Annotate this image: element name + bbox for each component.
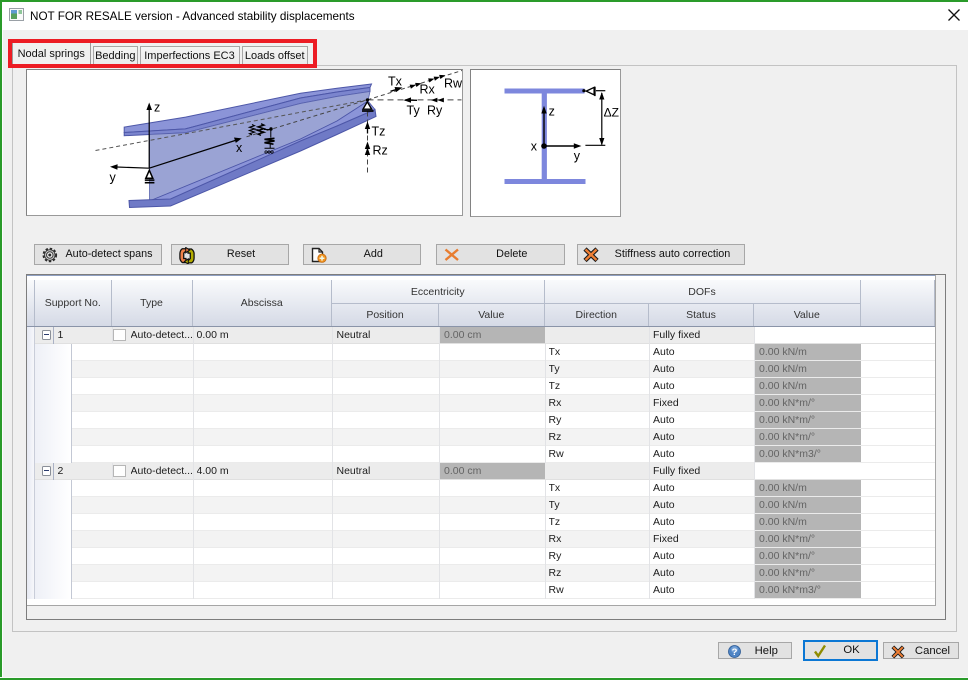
svg-text:z: z bbox=[548, 104, 554, 118]
svg-text:Rz: Rz bbox=[372, 143, 387, 157]
svg-text:z: z bbox=[154, 100, 160, 114]
svg-text:Rw: Rw bbox=[444, 76, 462, 90]
svg-text:Ty: Ty bbox=[406, 103, 420, 117]
svg-text:y: y bbox=[573, 149, 580, 163]
svg-text:x: x bbox=[236, 141, 243, 155]
svg-text:Tx: Tx bbox=[388, 74, 403, 88]
svg-text:?: ? bbox=[732, 647, 738, 658]
svg-text:y: y bbox=[109, 170, 116, 184]
svg-text:Tz: Tz bbox=[371, 124, 385, 138]
svg-text:Ry: Ry bbox=[427, 103, 443, 117]
svg-text:Rx: Rx bbox=[419, 82, 435, 96]
svg-text:x: x bbox=[530, 139, 537, 153]
svg-text:ΔZ: ΔZ bbox=[603, 105, 618, 119]
